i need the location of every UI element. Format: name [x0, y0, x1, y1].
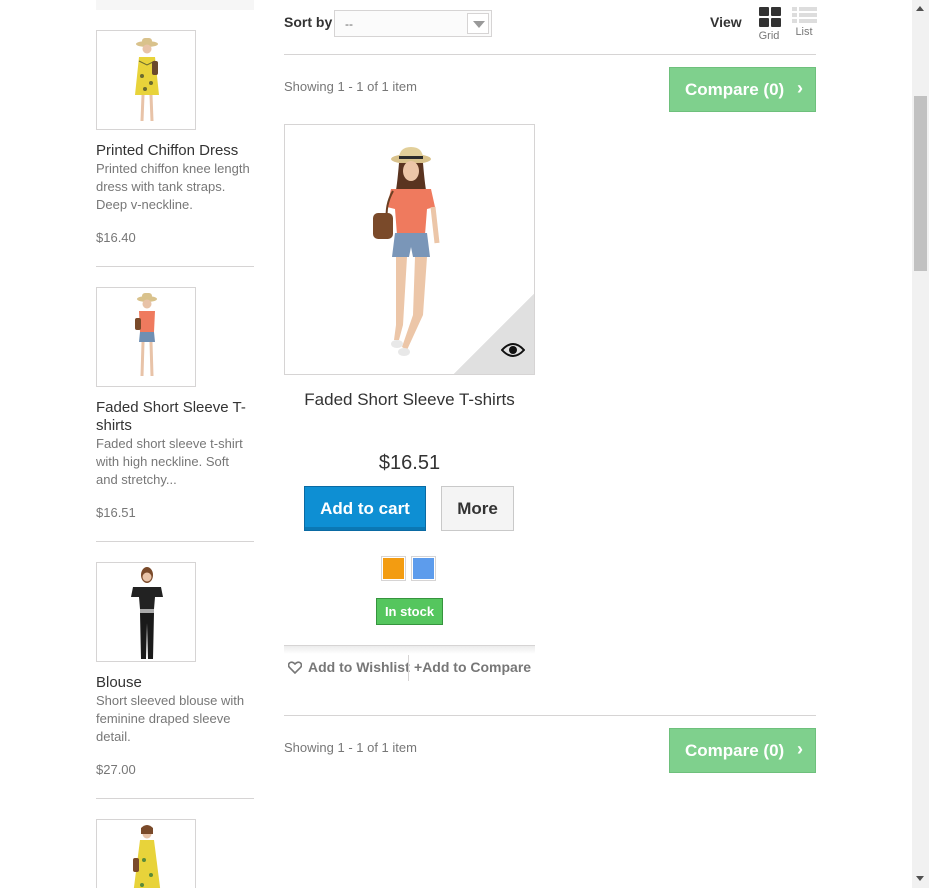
sidebar-item-name[interactable]: Blouse — [96, 674, 254, 692]
divider — [96, 798, 254, 799]
sidebar-item-description: Short sleeved blouse with feminine drape… — [96, 693, 245, 744]
product-name[interactable]: Faded Short Sleeve T-shirts — [284, 390, 535, 410]
color-swatch-fill — [413, 558, 434, 579]
showing-count-top: Showing 1 - 1 of 1 item — [284, 79, 417, 94]
chevron-right-icon: › — [797, 739, 803, 759]
product-thumbnail[interactable] — [96, 819, 196, 888]
divider — [96, 266, 254, 267]
compare-button-label: Compare (0) — [685, 80, 785, 99]
view-list-label: List — [795, 26, 813, 38]
compare-button-top[interactable]: Compare (0) › — [669, 67, 816, 112]
scrollbar-thumb[interactable] — [914, 96, 927, 271]
showing-count-bottom: Showing 1 - 1 of 1 item — [284, 740, 417, 755]
sidebar-item-price: $16.40 — [96, 230, 136, 245]
view-grid-label: Grid — [758, 30, 780, 42]
sidebar-item-name[interactable]: Faded Short Sleeve T-shirts — [96, 399, 254, 435]
product-thumbnail[interactable] — [96, 562, 196, 662]
sort-select-value: -- — [345, 17, 353, 31]
scroll-down-arrow-icon[interactable] — [916, 876, 924, 881]
divider — [96, 541, 254, 542]
color-swatch-fill — [383, 558, 404, 579]
stock-badge: In stock — [376, 598, 443, 625]
compare-button-label: Compare (0) — [685, 741, 785, 760]
sidebar-item-price: $27.00 — [96, 762, 136, 777]
product-price: $16.51 — [378, 452, 441, 474]
view-label: View — [710, 14, 742, 30]
product-thumbnail[interactable] — [96, 287, 196, 387]
list-icon — [792, 7, 817, 23]
add-to-compare-label: Add to Compare — [422, 659, 532, 675]
view-grid-button[interactable]: Grid — [756, 7, 782, 42]
sidebar-item-description: Printed chiffon knee length dress with t… — [96, 161, 250, 212]
chevron-down-icon — [467, 13, 489, 34]
view-list-button[interactable]: List — [791, 7, 817, 38]
compare-button-bottom[interactable]: Compare (0) › — [669, 728, 816, 773]
plus-icon: + — [414, 659, 423, 675]
sidebar-item-price: $16.51 — [96, 505, 136, 520]
add-to-cart-button[interactable]: Add to cart — [304, 486, 426, 531]
color-swatch-blue[interactable] — [411, 556, 436, 581]
eye-icon — [501, 343, 525, 357]
add-to-wishlist-link[interactable]: Add to Wishlist — [288, 659, 410, 675]
divider — [284, 715, 816, 716]
sort-label: Sort by — [284, 14, 333, 30]
sidebar-top-strip — [96, 0, 254, 10]
quick-view-button[interactable] — [454, 294, 534, 374]
product-image[interactable] — [284, 124, 535, 375]
sidebar-item-name[interactable]: Printed Chiffon Dress — [96, 142, 254, 160]
color-swatch-orange[interactable] — [381, 556, 406, 581]
sort-select[interactable]: -- — [334, 10, 492, 37]
divider — [408, 655, 409, 681]
scroll-up-arrow-icon[interactable] — [916, 6, 924, 11]
grid-icon — [759, 7, 782, 27]
sidebar-item-description: Faded short sleeve t-shirt with high nec… — [96, 436, 243, 487]
chevron-right-icon: › — [797, 78, 803, 98]
add-to-compare-link[interactable]: +Add to Compare — [414, 659, 531, 675]
scrollbar[interactable] — [912, 0, 929, 888]
divider — [284, 54, 816, 55]
more-button[interactable]: More — [441, 486, 514, 531]
heart-icon — [288, 661, 302, 674]
add-to-wishlist-label: Add to Wishlist — [308, 659, 410, 675]
product-thumbnail[interactable] — [96, 30, 196, 130]
